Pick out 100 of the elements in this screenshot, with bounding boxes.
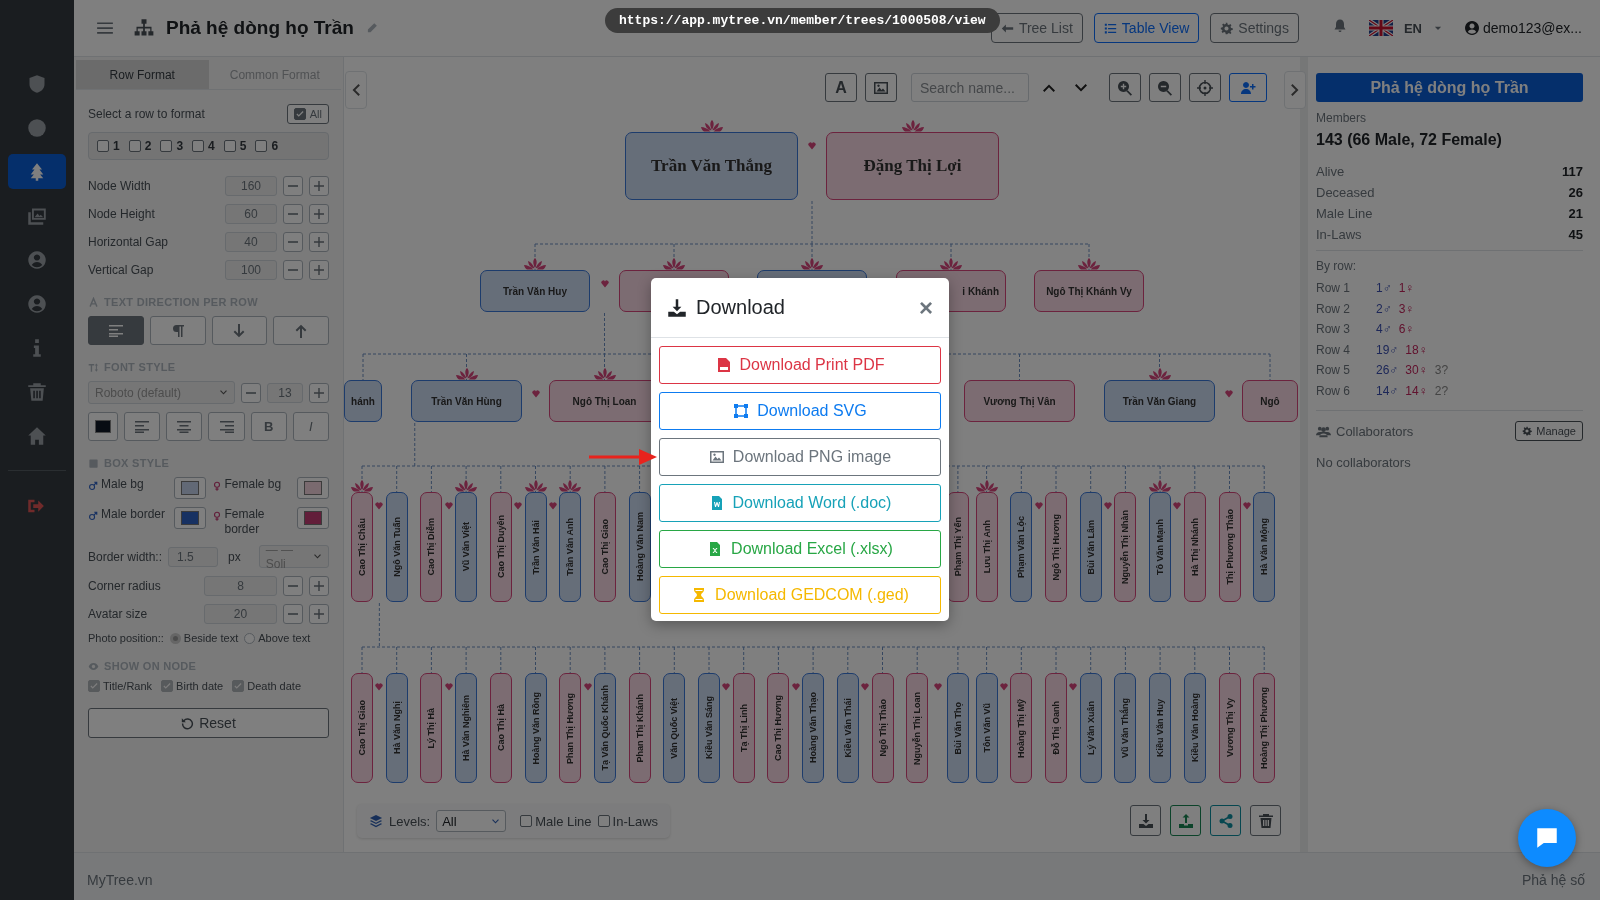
person-node[interactable]: Phạm Văn Lộc (1010, 492, 1033, 602)
person-node[interactable]: Lý Thị Hà (420, 673, 443, 783)
person-node[interactable]: Bùi Văn Lâm (1079, 492, 1102, 602)
person-node[interactable]: Vương Thị Vy (1218, 673, 1241, 783)
person-node[interactable]: Trần Văn Anh (559, 492, 582, 602)
direction-button[interactable] (149, 316, 206, 345)
person-node[interactable]: Bùi Văn Thọ (946, 673, 969, 783)
trash-button[interactable] (1250, 805, 1281, 836)
decrement-button[interactable] (283, 260, 303, 280)
person-node[interactable]: Ngô Thị Khánh Vy (1034, 270, 1144, 312)
person-node[interactable]: Hoàng Văn Nam (628, 492, 651, 602)
person-node[interactable]: Cao Thị Châu (351, 492, 373, 602)
search-field[interactable]: Search name... (911, 73, 1029, 102)
increment-button[interactable] (309, 176, 329, 196)
number-field[interactable]: 60 (225, 204, 277, 224)
person-node[interactable]: Hà Văn Nghiêm (455, 673, 478, 783)
direction-button[interactable] (88, 316, 144, 345)
direction-button[interactable] (273, 316, 329, 345)
person-node[interactable]: Phan Thị Khánh (628, 673, 651, 783)
download-option-button[interactable]: Download GEDCOM (.ged) (659, 576, 941, 614)
direction-button[interactable] (211, 316, 268, 345)
text-color-swatch[interactable] (88, 412, 118, 441)
download-button[interactable] (1130, 805, 1161, 836)
person-node[interactable]: Tôn Văn Vũ (975, 673, 998, 783)
increment-button[interactable] (309, 260, 329, 280)
checkbox[interactable] (520, 815, 533, 827)
zoom-in-button[interactable] (1109, 73, 1141, 102)
checkbox[interactable] (160, 140, 173, 152)
person-node[interactable]: Trần Văn Huy (480, 270, 590, 312)
color-swatch[interactable] (173, 477, 206, 499)
radio-button[interactable] (244, 632, 256, 644)
reset-button[interactable]: Reset (88, 708, 329, 738)
person-node[interactable]: Cao Thị Giao (593, 492, 616, 602)
center-button[interactable] (1189, 73, 1221, 102)
manage-button[interactable]: Manage (1515, 421, 1583, 441)
number-field[interactable]: 100 (225, 260, 277, 280)
header-button[interactable]: Settings (1210, 13, 1299, 43)
person-node[interactable]: Vương Thị Vân (964, 380, 1075, 422)
person-node[interactable]: Ngô Văn Tuấn (385, 492, 408, 602)
language-label[interactable]: EN (1403, 20, 1422, 36)
share-button[interactable] (1210, 805, 1241, 836)
decrement-button[interactable] (241, 382, 261, 403)
checkbox[interactable] (128, 140, 141, 152)
person-node[interactable]: Hoàng Văn Thạo (802, 673, 825, 783)
increment-button[interactable] (309, 576, 329, 596)
photo-toggle-button[interactable] (865, 73, 897, 102)
sidebar-item[interactable] (8, 154, 66, 189)
increment-button[interactable] (309, 232, 329, 252)
person-node[interactable]: Đỗ Thị Oanh (1045, 673, 1067, 783)
format-button[interactable]: I (292, 412, 329, 441)
person-node[interactable]: Phan Thị Hương (559, 673, 582, 783)
person-node[interactable]: Hoàng Văn Rồng (524, 673, 547, 783)
person-node[interactable]: Văn Quốc Việt (663, 673, 686, 783)
person-node[interactable]: Hà Văn Nghị (385, 673, 408, 783)
header-button[interactable]: Tree List (990, 13, 1083, 43)
person-node[interactable]: Hoàng Thị Phương (1253, 673, 1276, 783)
person-node[interactable]: Hoàng Thị Mỹ (1010, 673, 1033, 783)
person-node[interactable]: Hà Văn Mộng (1253, 492, 1276, 602)
decrement-button[interactable] (283, 232, 303, 252)
download-option-button[interactable]: Download PNG image (659, 438, 941, 476)
person-node[interactable]: Ngô Thị Thảo (871, 673, 894, 783)
tree-name-button[interactable]: Phả hệ dòng họ Trần (1316, 73, 1583, 102)
font-size-field[interactable]: 13 (267, 382, 303, 403)
person-node[interactable]: Trần Văn Thắng (625, 132, 798, 200)
checkbox[interactable] (192, 140, 205, 152)
format-button[interactable] (166, 412, 203, 441)
person-node[interactable]: Ngô Thị Hương (1045, 492, 1067, 602)
person-node[interactable]: Hà Thị Nhánh (1183, 492, 1206, 602)
decrement-button[interactable] (283, 576, 303, 596)
person-node[interactable]: Vũ Văn Thắng (1114, 673, 1137, 783)
format-button[interactable] (208, 412, 245, 441)
download-option-button[interactable]: Download Word (.doc) (659, 484, 941, 522)
person-node[interactable]: Tô Văn Mạnh (1149, 492, 1172, 602)
increment-button[interactable] (309, 382, 329, 403)
decrement-button[interactable] (283, 604, 303, 624)
person-node[interactable]: Trần Văn Giang (1104, 380, 1215, 422)
collapse-panel-button[interactable] (1284, 71, 1306, 109)
increment-button[interactable] (309, 204, 329, 224)
person-node[interactable]: Trần Văn Hùng (411, 380, 522, 422)
person-node[interactable]: Kiều Văn Sáng (698, 673, 720, 783)
person-node[interactable]: hánh (344, 380, 382, 422)
person-node[interactable]: Tạ Văn Quốc Khánh (593, 673, 616, 783)
select-all-button[interactable]: All (286, 104, 329, 124)
number-field[interactable]: 20 (204, 604, 277, 624)
person-node[interactable]: Cao Thị Duyên (489, 492, 512, 602)
radio-button[interactable] (169, 632, 181, 644)
collapse-panel-button[interactable] (345, 71, 367, 109)
color-swatch[interactable] (297, 477, 329, 499)
person-node[interactable]: Vũ Văn Việt (455, 492, 478, 602)
person-node[interactable]: Kiều Văn Hoàng (1183, 673, 1206, 783)
decrement-button[interactable] (283, 176, 303, 196)
checkbox[interactable] (97, 140, 109, 152)
person-node[interactable]: Lưu Thị Anh (975, 492, 998, 602)
increment-button[interactable] (309, 604, 329, 624)
format-button[interactable] (124, 412, 161, 441)
decrement-button[interactable] (283, 204, 303, 224)
download-option-button[interactable]: Download Excel (.xlsx) (659, 530, 941, 568)
header-button[interactable]: Table View (1093, 13, 1200, 43)
person-node[interactable]: Đặng Thị Lợi (826, 132, 999, 200)
person-node[interactable]: Nguyễn Thị Loan (906, 673, 929, 783)
